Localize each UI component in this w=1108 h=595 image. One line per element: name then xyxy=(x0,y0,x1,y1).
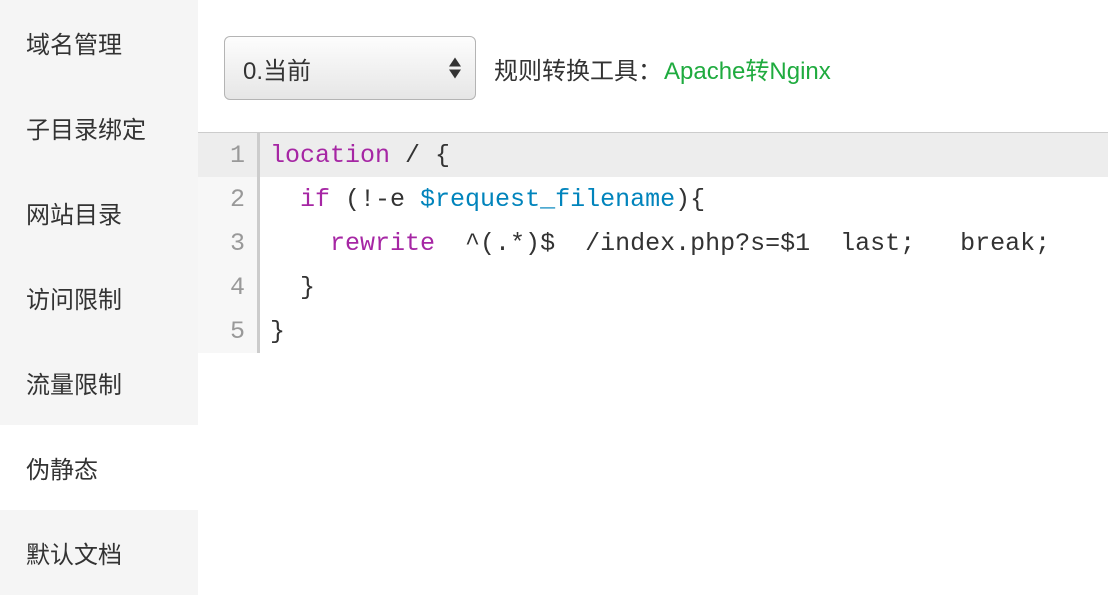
code-content: } xyxy=(260,317,285,346)
code-content: location / { xyxy=(260,141,450,170)
main-panel: 0.当前 规则转换工具： Apache转Nginx 1location / {2… xyxy=(198,0,1108,554)
rule-select[interactable]: 0.当前 xyxy=(224,36,476,100)
sidebar-item-4[interactable]: 流量限制 xyxy=(0,340,198,425)
code-content: rewrite ^(.*)$ /index.php?s=$1 last; bre… xyxy=(260,229,1050,258)
sidebar-item-3[interactable]: 访问限制 xyxy=(0,255,198,340)
sidebar-item-5[interactable]: 伪静态 xyxy=(0,425,198,510)
line-number: 3 xyxy=(198,221,260,265)
line-number: 2 xyxy=(198,177,260,221)
sidebar: 域名管理子目录绑定网站目录访问限制流量限制伪静态默认文档 xyxy=(0,0,198,554)
toolbar: 0.当前 规则转换工具： Apache转Nginx xyxy=(198,36,1108,132)
sidebar-item-1[interactable]: 子目录绑定 xyxy=(0,85,198,170)
convert-tool-label: 规则转换工具： xyxy=(494,51,662,86)
code-content: } xyxy=(260,273,315,302)
sidebar-item-2[interactable]: 网站目录 xyxy=(0,170,198,255)
sidebar-item-6[interactable]: 默认文档 xyxy=(0,510,198,595)
code-line: 2 if (!-e $request_filename){ xyxy=(198,177,1108,221)
chevron-updown-icon xyxy=(449,58,461,79)
code-line: 4 } xyxy=(198,265,1108,309)
code-content: if (!-e $request_filename){ xyxy=(260,185,705,214)
code-line: 1location / { xyxy=(198,133,1108,177)
line-number: 5 xyxy=(198,309,260,353)
code-line: 3 rewrite ^(.*)$ /index.php?s=$1 last; b… xyxy=(198,221,1108,265)
sidebar-item-0[interactable]: 域名管理 xyxy=(0,0,198,85)
rule-select-value: 0.当前 xyxy=(243,51,311,86)
line-number: 1 xyxy=(198,133,260,177)
line-number: 4 xyxy=(198,265,260,309)
code-line: 5} xyxy=(198,309,1108,353)
apache-to-nginx-link[interactable]: Apache转Nginx xyxy=(664,51,831,86)
code-editor[interactable]: 1location / {2 if (!-e $request_filename… xyxy=(198,132,1108,353)
